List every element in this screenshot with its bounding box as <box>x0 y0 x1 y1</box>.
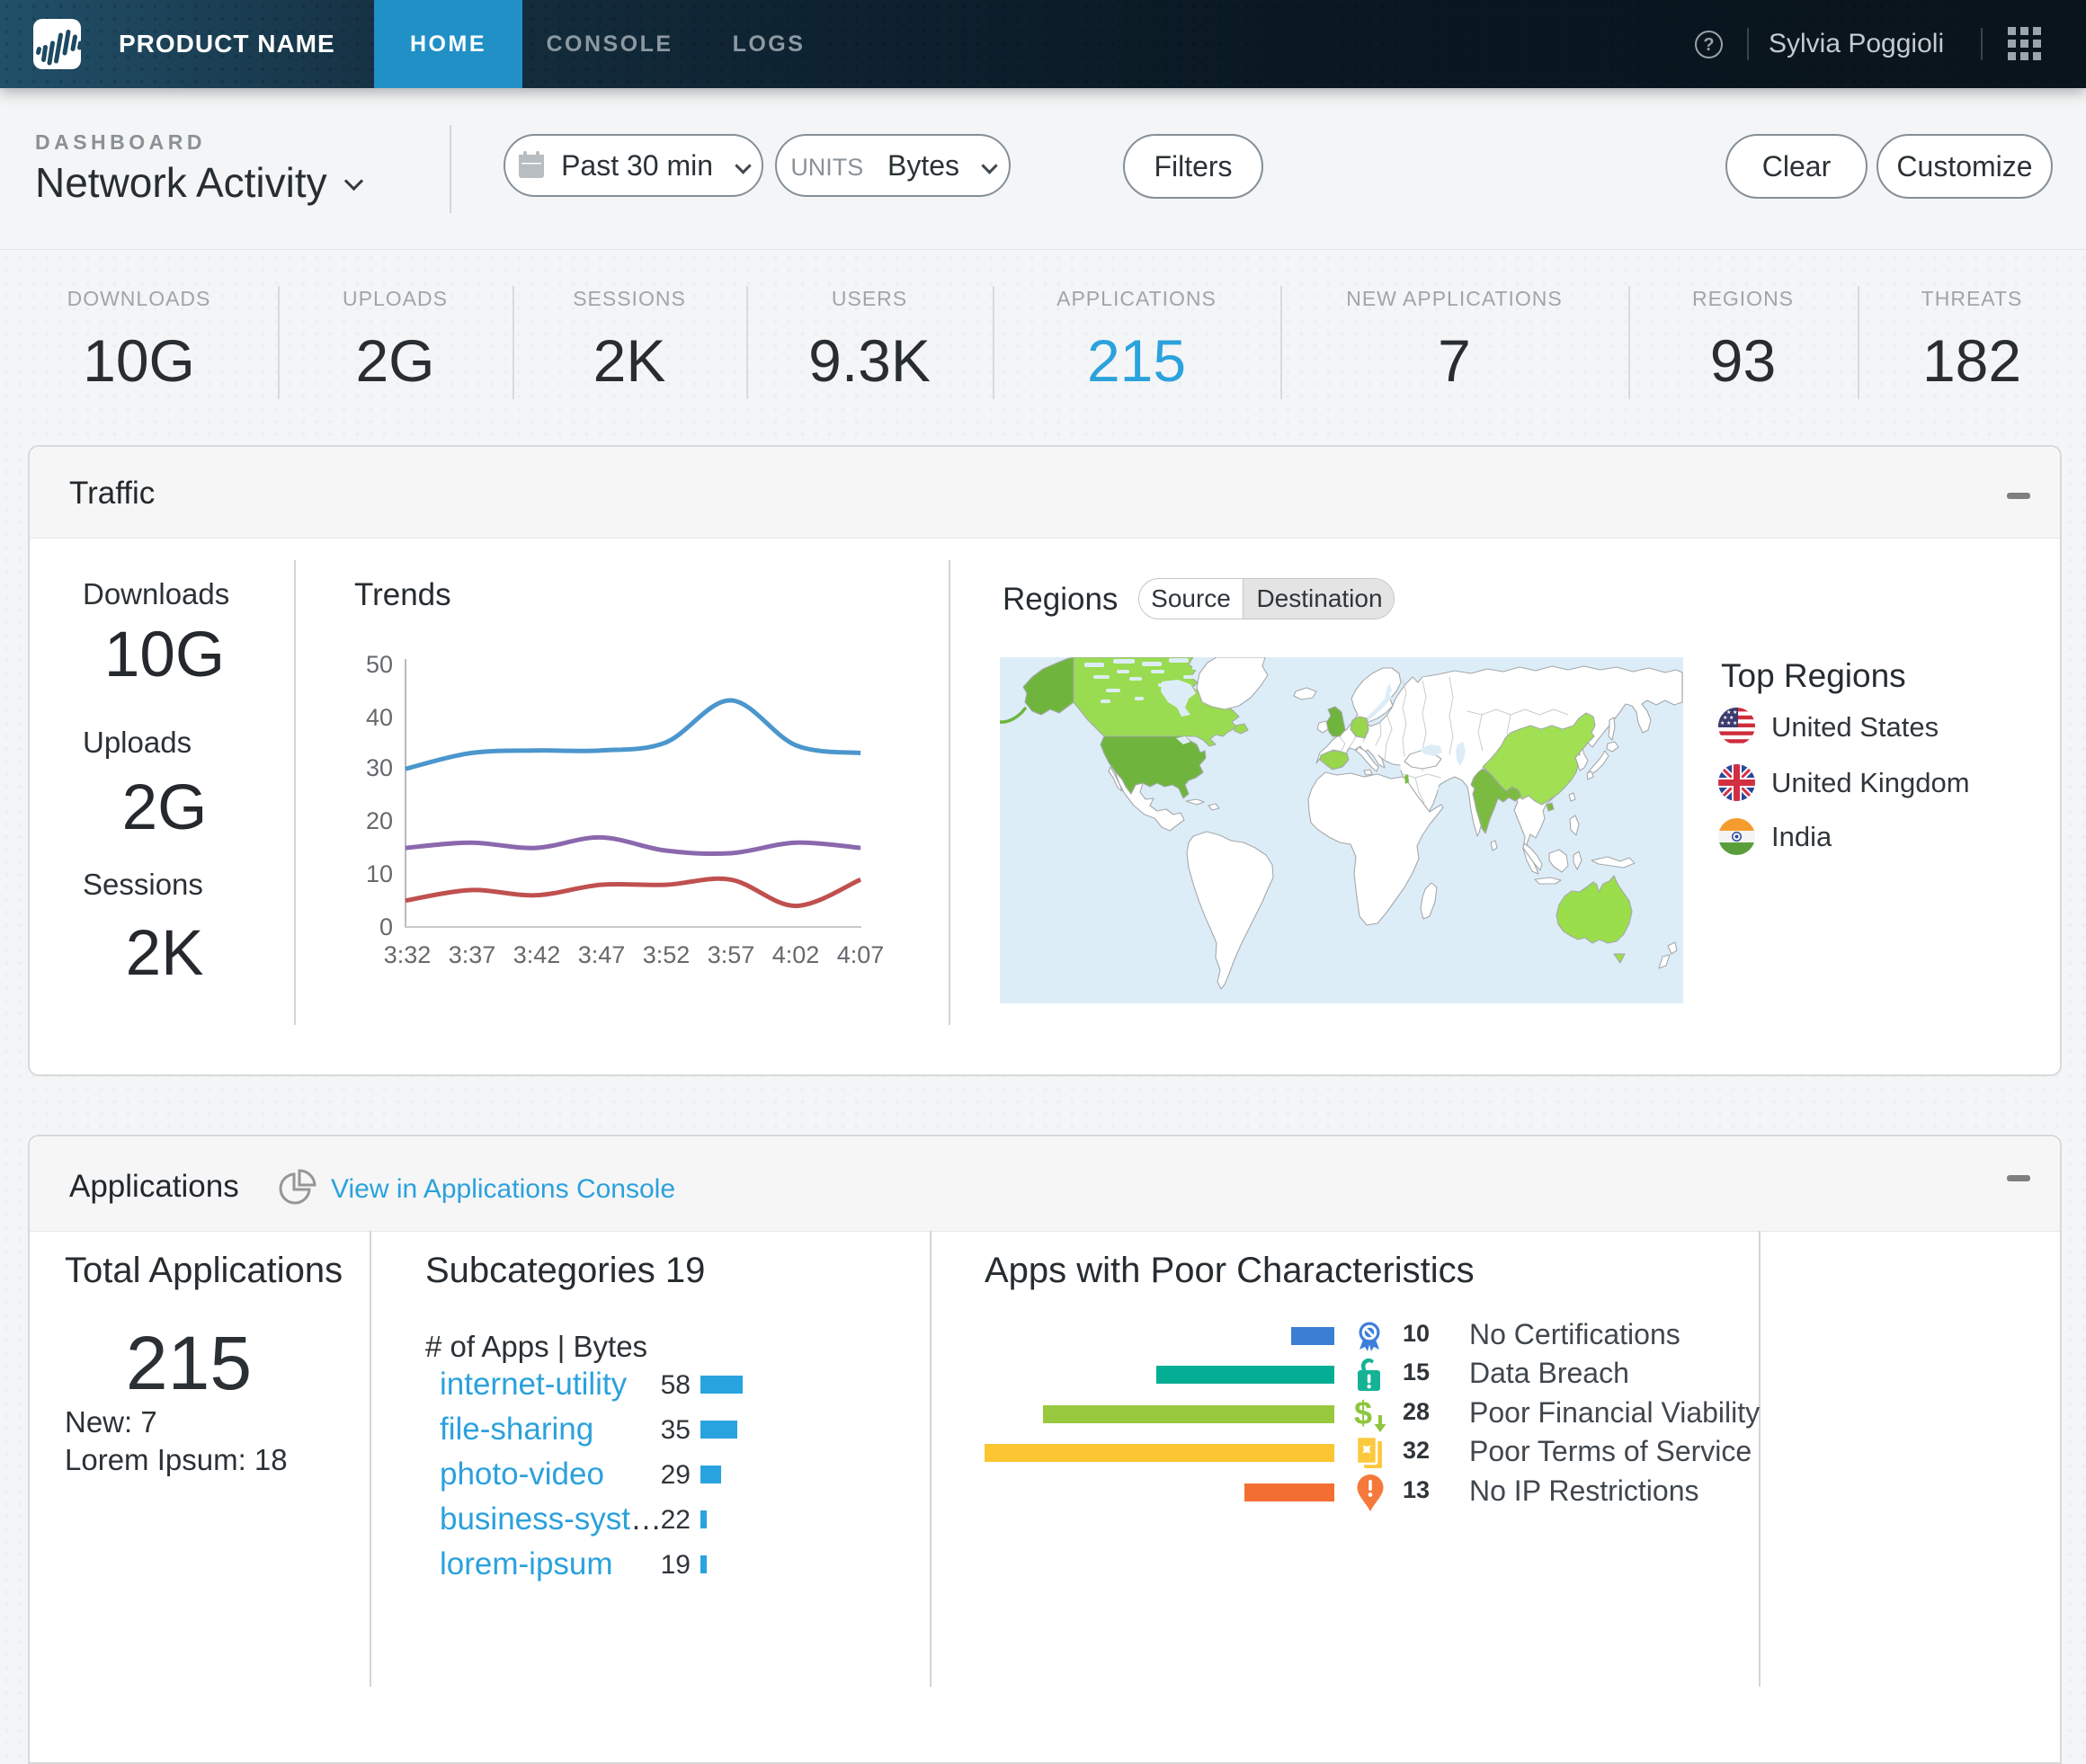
svg-text:★: ★ <box>1726 720 1731 726</box>
svg-text:★: ★ <box>1723 715 1727 721</box>
svg-text:4:07: 4:07 <box>837 941 885 968</box>
svg-text:$: $ <box>1354 1395 1372 1431</box>
svg-text:★: ★ <box>1733 709 1737 716</box>
svg-text:★: ★ <box>1726 709 1731 716</box>
svg-text:50: 50 <box>366 651 393 678</box>
svg-text:3:52: 3:52 <box>643 941 691 968</box>
svg-text:3:57: 3:57 <box>708 941 755 968</box>
svg-text:★: ★ <box>1720 720 1725 726</box>
svg-text:3:32: 3:32 <box>384 941 432 968</box>
svg-text:★: ★ <box>1720 709 1725 716</box>
svg-text:30: 30 <box>366 754 393 781</box>
svg-text:10: 10 <box>366 860 393 887</box>
svg-text:20: 20 <box>366 807 393 834</box>
svg-text:3:42: 3:42 <box>513 941 561 968</box>
svg-text:3:37: 3:37 <box>449 941 496 968</box>
svg-text:3:47: 3:47 <box>578 941 626 968</box>
svg-text:4:02: 4:02 <box>772 941 820 968</box>
svg-text:★: ★ <box>1729 715 1734 721</box>
svg-text:0: 0 <box>379 913 393 940</box>
svg-text:40: 40 <box>366 704 393 731</box>
svg-text:★: ★ <box>1733 720 1737 726</box>
